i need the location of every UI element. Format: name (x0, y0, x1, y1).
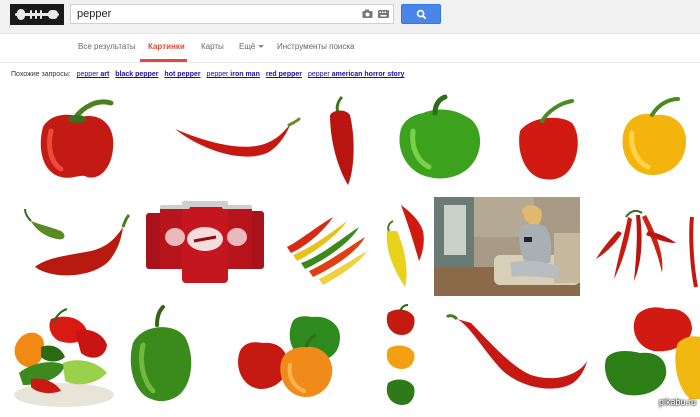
red-and-green-peppers-image (604, 307, 700, 399)
image-result[interactable] (510, 91, 586, 190)
search-tabs: Все результаты Картинки Карты Ещё Инстру… (0, 33, 700, 63)
search-button[interactable] (401, 4, 441, 24)
image-result[interactable] (688, 197, 700, 296)
tab-search-tools[interactable]: Инструменты поиска (277, 42, 354, 51)
search-box[interactable] (70, 4, 394, 24)
image-result[interactable] (279, 197, 373, 296)
tab-maps[interactable]: Карты (201, 42, 224, 51)
image-result[interactable] (443, 303, 593, 410)
image-result[interactable] (140, 197, 271, 296)
image-result[interactable] (11, 91, 156, 190)
image-result[interactable] (11, 197, 133, 296)
three-bell-peppers-image (238, 316, 340, 397)
related-link[interactable]: hot pepper (164, 71, 200, 78)
related-link[interactable]: pepper iron man (207, 71, 260, 78)
keyboard-icon[interactable] (378, 10, 389, 18)
image-result[interactable] (163, 91, 309, 190)
image-result[interactable] (379, 197, 428, 296)
tab-all-results[interactable]: Все результаты (78, 42, 136, 51)
woman-on-sofa-image (434, 197, 580, 296)
camera-icon[interactable] (362, 8, 373, 20)
red-bell-pepper-image (519, 99, 578, 180)
watermark: pikabu.ru (658, 397, 696, 407)
red-bell-pepper-image (40, 99, 114, 178)
tab-images[interactable]: Картинки (148, 42, 185, 51)
tab-more-label: Ещё (239, 42, 256, 51)
green-bell-pepper-image (399, 94, 481, 179)
image-result[interactable] (373, 91, 503, 190)
logo[interactable] (10, 4, 64, 25)
red-chili-pepper-image (330, 95, 354, 185)
search-input[interactable] (77, 6, 347, 22)
red-chili-bunch-image (596, 209, 676, 281)
image-result[interactable] (206, 303, 357, 410)
green-bell-pepper-image (130, 305, 192, 402)
yellow-bell-pepper-image (622, 97, 686, 175)
red-chili-pepper-image (175, 117, 301, 157)
related-link[interactable]: red pepper (266, 71, 302, 78)
image-result[interactable]: pikabu.ru (600, 303, 700, 410)
traffic-light-peppers-image (386, 304, 415, 405)
long-red-chili-image (445, 314, 587, 389)
magnifier-icon (416, 9, 427, 20)
related-link[interactable]: pepper art (77, 71, 110, 78)
related-searches-label: Похожие запросы: (11, 71, 71, 78)
related-link[interactable]: pepper american horror story (308, 71, 405, 78)
dr-pepper-cans-image (146, 201, 264, 283)
image-result[interactable] (123, 303, 199, 410)
chevron-down-icon (258, 45, 265, 49)
image-result[interactable] (11, 303, 117, 410)
image-result[interactable] (588, 197, 681, 296)
mixed-chili-peppers-image (287, 217, 367, 285)
active-tab-indicator (140, 59, 187, 62)
pepper-assortment-bowl-image (14, 308, 114, 407)
image-result[interactable] (316, 91, 367, 190)
partial-image (689, 216, 698, 288)
related-searches: Похожие запросы: pepper art black pepper… (11, 71, 404, 78)
chili-peppers-image (24, 208, 131, 276)
red-and-yellow-chili-image (386, 205, 424, 287)
tab-more[interactable]: Ещё (239, 42, 265, 51)
image-result[interactable] (594, 91, 700, 190)
related-link[interactable]: black pepper (115, 71, 158, 78)
image-result[interactable] (434, 197, 580, 296)
top-bar (0, 0, 700, 34)
image-result[interactable] (376, 303, 429, 410)
